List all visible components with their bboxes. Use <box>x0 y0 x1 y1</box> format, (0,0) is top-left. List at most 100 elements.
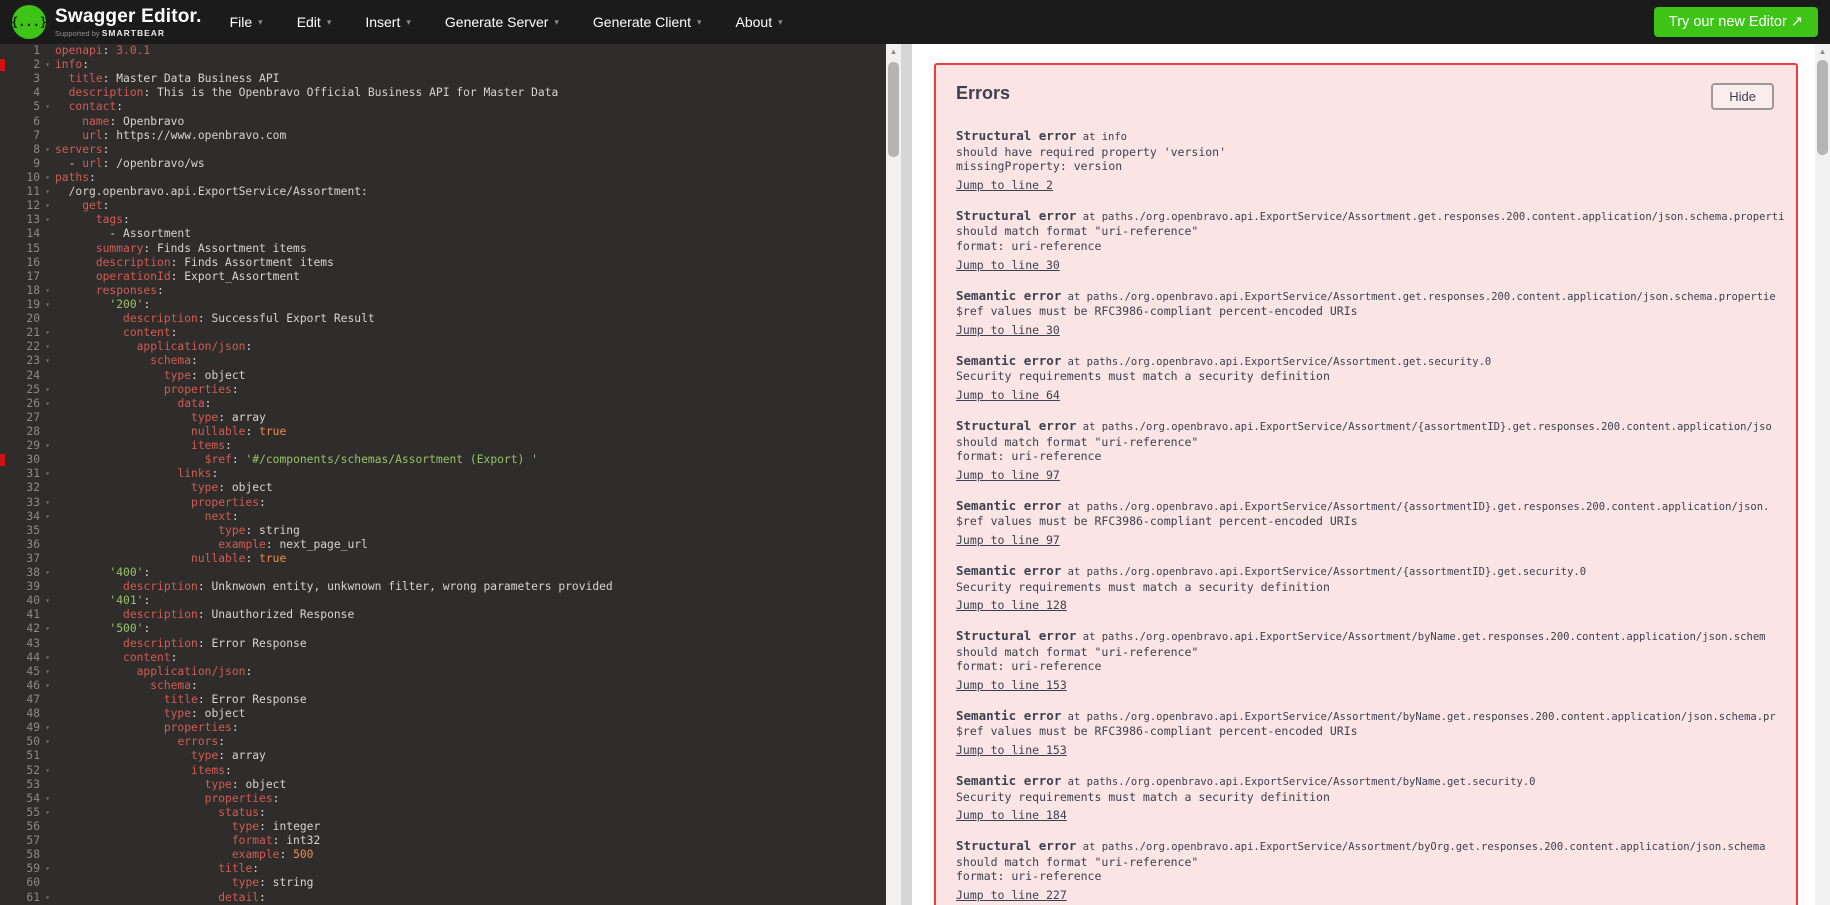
editor-line[interactable]: 53 type: object <box>0 778 886 792</box>
scroll-up-icon[interactable]: ▲ <box>1815 47 1830 56</box>
validation-scrollbar-thumb[interactable] <box>1817 60 1828 155</box>
jump-to-line-link[interactable]: Jump to line 184 <box>956 808 1067 823</box>
jump-to-line-link[interactable]: Jump to line 30 <box>956 258 1060 273</box>
editor-line[interactable]: 16 description: Finds Assortment items <box>0 256 886 270</box>
fold-toggle-icon[interactable]: ▾ <box>40 199 55 213</box>
editor-line[interactable]: 46 ▾ schema: <box>0 679 886 693</box>
fold-toggle-icon[interactable]: ▾ <box>40 679 55 693</box>
editor-line[interactable]: 27 type: array <box>0 411 886 425</box>
fold-toggle-icon[interactable]: ▾ <box>40 298 55 312</box>
editor-line[interactable]: 9 - url: /openbravo/ws <box>0 157 886 171</box>
editor-line[interactable]: 15 summary: Finds Assortment items <box>0 242 886 256</box>
editor-line[interactable]: 6 name: Openbravo <box>0 115 886 129</box>
jump-to-line-link[interactable]: Jump to line 30 <box>956 323 1060 338</box>
editor-line[interactable]: 49 ▾ properties: <box>0 721 886 735</box>
editor-line[interactable]: 22 ▾ application/json: <box>0 340 886 354</box>
fold-toggle-icon[interactable]: ▾ <box>40 326 55 340</box>
editor-line[interactable]: 41 description: Unauthorized Response <box>0 608 886 622</box>
editor-line[interactable]: 42 ▾ '500': <box>0 622 886 636</box>
editor-line[interactable]: 36 example: next_page_url <box>0 538 886 552</box>
jump-to-line-link[interactable]: Jump to line 153 <box>956 743 1067 758</box>
menu-insert[interactable]: Insert ▾ <box>365 14 411 30</box>
jump-to-line-link[interactable]: Jump to line 97 <box>956 533 1060 548</box>
menu-generate-client[interactable]: Generate Client ▾ <box>593 14 702 30</box>
editor-line[interactable]: 11 ▾ /org.openbravo.api.ExportService/Ass… <box>0 185 886 199</box>
fold-toggle-icon[interactable]: ▾ <box>40 792 55 806</box>
editor-scrollbar-thumb[interactable] <box>888 62 899 157</box>
fold-toggle-icon[interactable]: ▾ <box>40 891 55 905</box>
editor-line[interactable]: 51 type: array <box>0 749 886 763</box>
editor-line[interactable]: 54 ▾ properties: <box>0 792 886 806</box>
jump-to-line-link[interactable]: Jump to line 97 <box>956 468 1060 483</box>
editor-line[interactable]: 31 ▾ links: <box>0 467 886 481</box>
editor-line[interactable]: 18 ▾ responses: <box>0 284 886 298</box>
fold-toggle-icon[interactable]: ▾ <box>40 735 55 749</box>
editor-line[interactable]: 26 ▾ data: <box>0 397 886 411</box>
editor-scrollbar[interactable]: ▲ <box>886 44 901 905</box>
fold-toggle-icon[interactable]: ▾ <box>40 806 55 820</box>
fold-toggle-icon[interactable]: ▾ <box>40 764 55 778</box>
editor-line[interactable]: 17 operationId: Export_Assortment <box>0 270 886 284</box>
editor-line[interactable]: 14 - Assortment <box>0 227 886 241</box>
pane-splitter[interactable] <box>901 44 912 905</box>
validation-pane-scrollbar[interactable]: ▲ <box>1815 44 1830 905</box>
fold-toggle-icon[interactable]: ▾ <box>40 397 55 411</box>
editor-line[interactable]: 52 ▾ items: <box>0 764 886 778</box>
fold-toggle-icon[interactable]: ▾ <box>40 566 55 580</box>
editor-line[interactable]: 35 type: string <box>0 524 886 538</box>
editor-line[interactable]: 12 ▾ get: <box>0 199 886 213</box>
editor-line[interactable]: 3 title: Master Data Business API <box>0 72 886 86</box>
fold-toggle-icon[interactable]: ▾ <box>40 213 55 227</box>
editor-line[interactable]: 32 type: object <box>0 481 886 495</box>
jump-to-line-link[interactable]: Jump to line 64 <box>956 388 1060 403</box>
fold-toggle-icon[interactable]: ▾ <box>40 862 55 876</box>
menu-generate-server[interactable]: Generate Server ▾ <box>445 14 559 30</box>
fold-toggle-icon[interactable]: ▾ <box>40 171 55 185</box>
fold-toggle-icon[interactable]: ▾ <box>40 439 55 453</box>
editor-line[interactable]: 5 ▾ contact: <box>0 100 886 114</box>
fold-toggle-icon[interactable]: ▾ <box>40 340 55 354</box>
editor-line[interactable]: 60 type: string <box>0 876 886 890</box>
editor-line[interactable]: 29 ▾ items: <box>0 439 886 453</box>
editor-line[interactable]: 23 ▾ schema: <box>0 354 886 368</box>
editor-line[interactable]: 19 ▾ '200': <box>0 298 886 312</box>
editor-line[interactable]: 45 ▾ application/json: <box>0 665 886 679</box>
editor-line[interactable]: 13 ▾ tags: <box>0 213 886 227</box>
editor-line[interactable]: 2 ▾ info: <box>0 58 886 72</box>
fold-toggle-icon[interactable]: ▾ <box>40 510 55 524</box>
jump-to-line-link[interactable]: Jump to line 153 <box>956 678 1067 693</box>
editor-line[interactable]: 55 ▾ status: <box>0 806 886 820</box>
fold-toggle-icon[interactable]: ▾ <box>40 58 55 72</box>
editor-line[interactable]: 59 ▾ title: <box>0 862 886 876</box>
fold-toggle-icon[interactable]: ▾ <box>40 651 55 665</box>
editor-line[interactable]: 33 ▾ properties: <box>0 496 886 510</box>
editor-line[interactable]: 25 ▾ properties: <box>0 383 886 397</box>
editor-line[interactable]: 56 type: integer <box>0 820 886 834</box>
editor-line[interactable]: 24 type: object <box>0 369 886 383</box>
editor-line[interactable]: 30 $ref: '#/components/schemas/Assortmen… <box>0 453 886 467</box>
fold-toggle-icon[interactable]: ▾ <box>40 100 55 114</box>
editor-line[interactable]: 57 format: int32 <box>0 834 886 848</box>
hide-errors-button[interactable]: Hide <box>1711 83 1774 110</box>
editor-line[interactable]: 4 description: This is the Openbravo Off… <box>0 86 886 100</box>
editor-line[interactable]: 40 ▾ '401': <box>0 594 886 608</box>
editor-line[interactable]: 48 type: object <box>0 707 886 721</box>
editor-line[interactable]: 39 description: Unknwown entity, unkwnow… <box>0 580 886 594</box>
editor-line[interactable]: 8 ▾ servers: <box>0 143 886 157</box>
fold-toggle-icon[interactable]: ▾ <box>40 496 55 510</box>
fold-toggle-icon[interactable]: ▾ <box>40 665 55 679</box>
editor-line[interactable]: 37 nullable: true <box>0 552 886 566</box>
try-new-editor-button[interactable]: Try our new Editor ↗ <box>1653 7 1818 37</box>
menu-edit[interactable]: Edit ▾ <box>297 14 332 30</box>
editor-line[interactable]: 61 ▾ detail: <box>0 891 886 905</box>
fold-toggle-icon[interactable]: ▾ <box>40 467 55 481</box>
fold-toggle-icon[interactable]: ▾ <box>40 721 55 735</box>
fold-toggle-icon[interactable]: ▾ <box>40 383 55 397</box>
editor-line[interactable]: 50 ▾ errors: <box>0 735 886 749</box>
editor-line[interactable]: 10 ▾ paths: <box>0 171 886 185</box>
editor-line[interactable]: 47 title: Error Response <box>0 693 886 707</box>
jump-to-line-link[interactable]: Jump to line 227 <box>956 888 1067 903</box>
scroll-up-icon[interactable]: ▲ <box>886 47 901 56</box>
editor-line[interactable]: 34 ▾ next: <box>0 510 886 524</box>
editor-line[interactable]: 7 url: https://www.openbravo.com <box>0 129 886 143</box>
